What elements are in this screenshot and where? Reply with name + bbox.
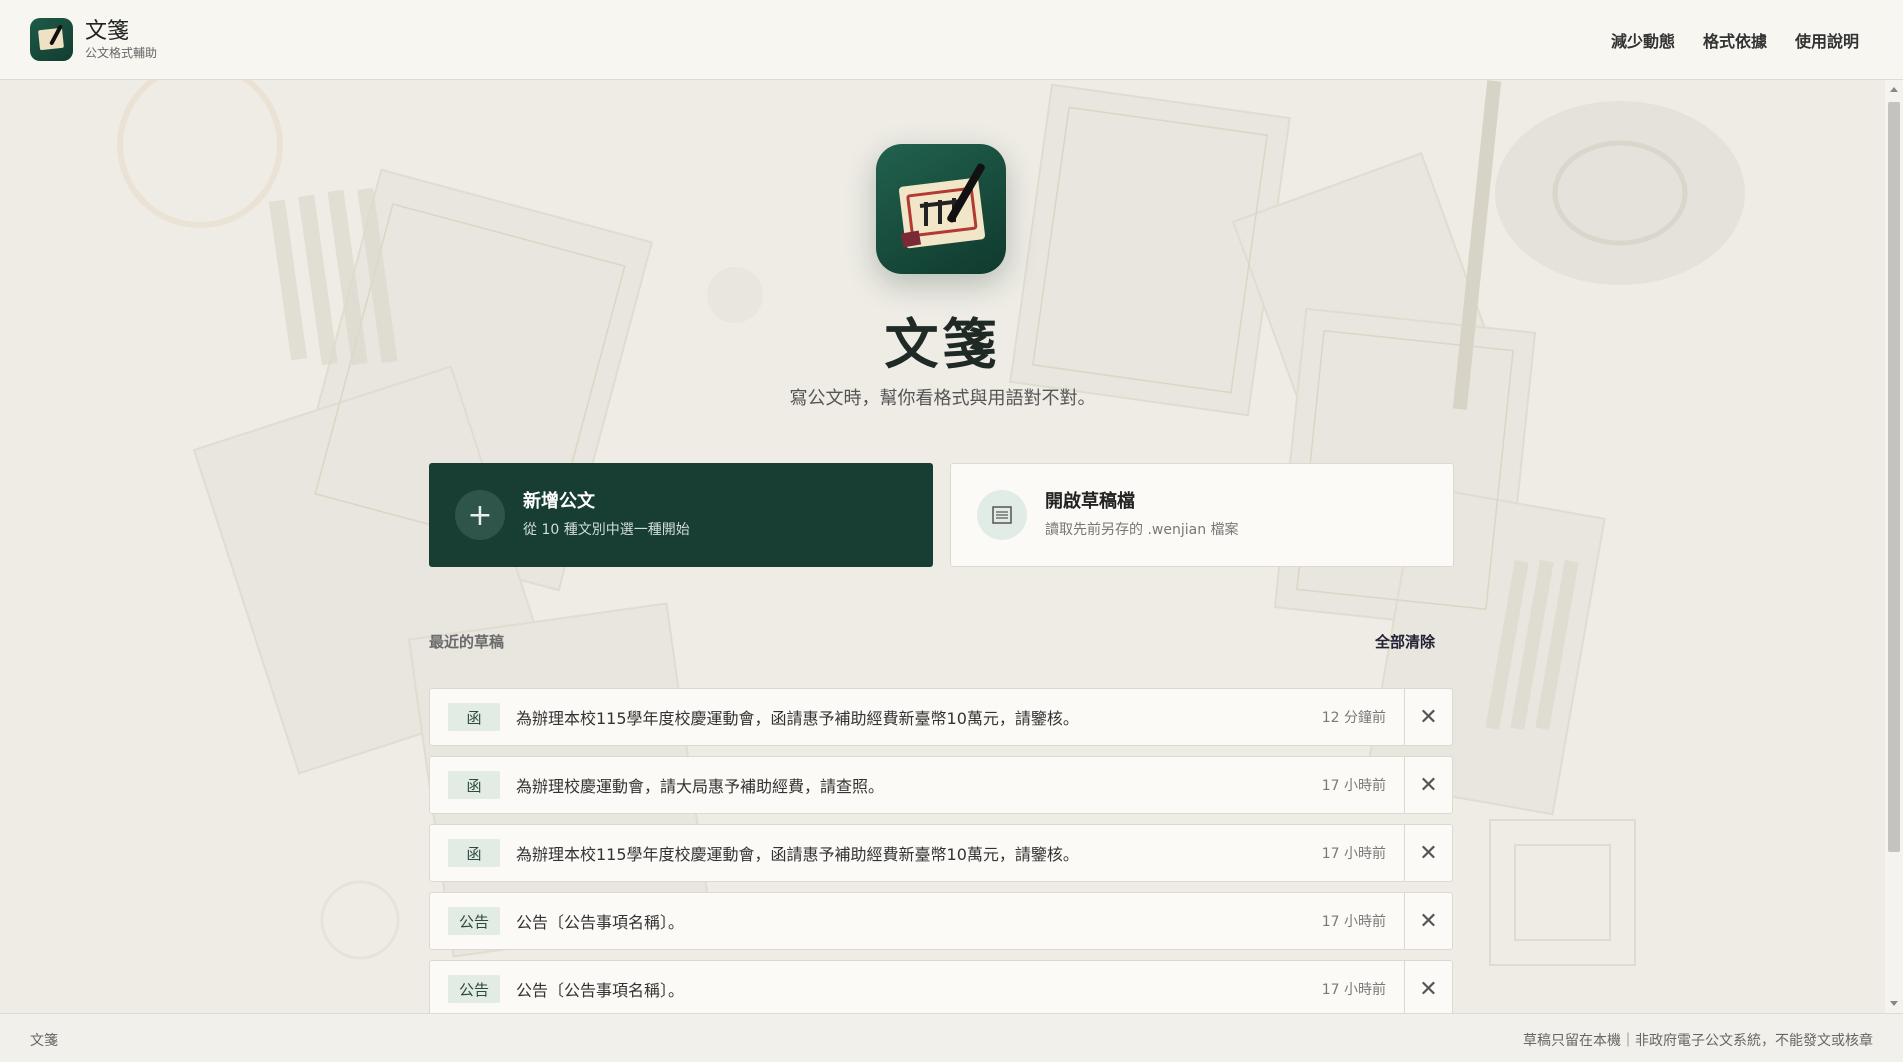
new-document-title: 新增公文	[523, 491, 595, 512]
new-document-desc: 從 10 種文別中選一種開始	[523, 522, 690, 538]
draft-row[interactable]: 公告 公告〔公告事項名稱〕。 17 小時前 ✕	[429, 960, 1453, 1014]
draft-row[interactable]: 函 為辦理本校115學年度校慶運動會，函請惠予補助經費新臺幣10萬元，請鑒核。 …	[429, 824, 1453, 882]
footer: 文箋 草稿只留在本機｜非政府電子公文系統，不能發文或核章	[0, 1013, 1903, 1062]
nav-reduce-motion[interactable]: 減少動態	[1611, 28, 1675, 52]
recent-drafts-label: 最近的草稿	[429, 633, 505, 651]
open-draft-desc: 讀取先前另存的 .wenjian 檔案	[1045, 522, 1239, 538]
draft-timestamp: 17 小時前	[1321, 982, 1386, 998]
document-type-tag: 函	[448, 839, 500, 867]
delete-draft-icon[interactable]: ✕	[1404, 825, 1452, 881]
document-type-tag: 公告	[448, 907, 500, 935]
nav-help[interactable]: 使用說明	[1795, 28, 1859, 52]
hero-title: 文箋	[884, 312, 1001, 376]
delete-draft-icon[interactable]: ✕	[1404, 757, 1452, 813]
brand-subtitle: 公文格式輔助	[85, 45, 158, 60]
document-type-tag: 函	[448, 771, 500, 799]
delete-draft-icon[interactable]: ✕	[1404, 893, 1452, 949]
draft-title: 為辦理本校115學年度校慶運動會，函請惠予補助經費新臺幣10萬元，請鑒核。	[516, 709, 1079, 728]
draft-row[interactable]: 函 為辦理校慶運動會，請大局惠予補助經費，請查照。 17 小時前 ✕	[429, 756, 1453, 814]
draft-row[interactable]: 函 為辦理本校115學年度校慶運動會，函請惠予補助經費新臺幣10萬元，請鑒核。 …	[429, 688, 1453, 746]
draft-timestamp: 17 小時前	[1321, 914, 1386, 930]
document-type-tag: 函	[448, 703, 500, 731]
document-type-tag: 公告	[448, 975, 500, 1003]
top-nav: 減少動態 格式依據 使用說明	[1611, 28, 1859, 52]
draft-row[interactable]: 公告 公告〔公告事項名稱〕。 17 小時前 ✕	[429, 892, 1453, 950]
draft-title: 為辦理本校115學年度校慶運動會，函請惠予補助經費新臺幣10萬元，請鑒核。	[516, 845, 1079, 864]
footer-notice: 草稿只留在本機｜非政府電子公文系統，不能發文或核章	[1523, 1033, 1873, 1049]
brand-name: 文箋	[85, 18, 130, 44]
main-content: 文箋 寫公文時，幫你看格式與用語對不對。 + 新增公文 從 10 種文別中選一種…	[0, 80, 1885, 1014]
hero-subtitle: 寫公文時，幫你看格式與用語對不對。	[789, 388, 1096, 409]
nav-format-reference[interactable]: 格式依據	[1703, 28, 1767, 52]
top-bar: 文箋 公文格式輔助 減少動態 格式依據 使用說明	[0, 0, 1903, 80]
draft-title: 公告〔公告事項名稱〕。	[516, 981, 685, 1000]
app-hero-icon	[876, 144, 1006, 274]
page-scrollbar[interactable]	[1885, 80, 1903, 1013]
open-draft-file-button[interactable]: 開啟草稿檔 讀取先前另存的 .wenjian 檔案	[950, 463, 1454, 567]
brand[interactable]: 文箋 公文格式輔助	[30, 18, 157, 61]
delete-draft-icon[interactable]: ✕	[1404, 961, 1452, 1014]
scroll-up-icon[interactable]	[1890, 87, 1898, 92]
scroll-down-icon[interactable]	[1890, 1001, 1898, 1006]
delete-draft-icon[interactable]: ✕	[1404, 689, 1452, 745]
document-lines-icon	[977, 490, 1027, 540]
new-document-button[interactable]: + 新增公文 從 10 種文別中選一種開始	[429, 463, 933, 567]
plus-icon: +	[455, 490, 505, 540]
draft-timestamp: 17 小時前	[1321, 846, 1386, 862]
open-draft-title: 開啟草稿檔	[1045, 491, 1135, 512]
draft-timestamp: 17 小時前	[1321, 778, 1386, 794]
draft-timestamp: 12 分鐘前	[1321, 710, 1386, 726]
clear-all-button[interactable]: 全部清除	[1375, 631, 1435, 652]
recent-drafts-list: 函 為辦理本校115學年度校慶運動會，函請惠予補助經費新臺幣10萬元，請鑒核。 …	[429, 688, 1453, 1014]
footer-brand: 文箋	[30, 1033, 58, 1049]
scrollbar-thumb[interactable]	[1888, 102, 1900, 852]
app-logo-icon	[30, 18, 73, 61]
draft-title: 公告〔公告事項名稱〕。	[516, 913, 685, 932]
draft-title: 為辦理校慶運動會，請大局惠予補助經費，請查照。	[516, 777, 885, 796]
